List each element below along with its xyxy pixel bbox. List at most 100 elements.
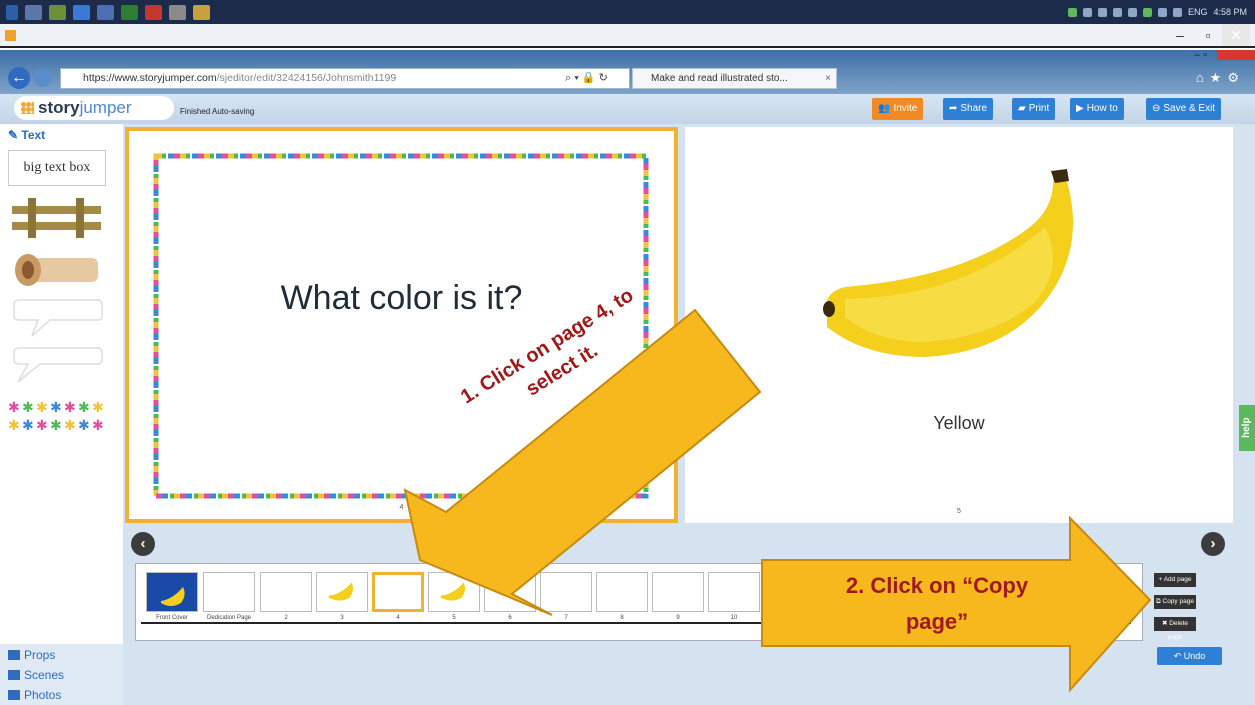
thumbnail-label: Front Cover: [156, 615, 188, 621]
add-page-button[interactable]: + Add page: [1154, 573, 1196, 587]
tray-icon[interactable]: [1112, 7, 1122, 17]
back-arrow-icon[interactable]: ←: [8, 67, 30, 89]
browser-toolbar: – ▫ ← https://www.storyjumper.com/sjedit…: [0, 50, 1255, 94]
prev-page-arrow-icon[interactable]: ‹: [131, 532, 155, 556]
props-icon: [8, 650, 20, 660]
banana-image[interactable]: [815, 167, 1095, 367]
tray-icon[interactable]: [1067, 7, 1077, 17]
tray-icon[interactable]: [1082, 7, 1092, 17]
taskbar-app-icon[interactable]: [49, 4, 66, 20]
undo-button[interactable]: ↶ Undo: [1157, 647, 1222, 665]
taskbar-app-icon[interactable]: [25, 4, 42, 20]
system-tray: ENG 4:58 PM: [1067, 0, 1247, 24]
maximize-button[interactable]: ▫: [1194, 24, 1222, 46]
thumbnail-label: 10: [730, 615, 738, 621]
storyjumper-logo[interactable]: storyjumper: [14, 96, 174, 120]
text-palette-label: Text: [21, 128, 46, 142]
svg-text:✱: ✱: [78, 400, 90, 416]
help-tab[interactable]: help: [1239, 405, 1255, 451]
tab-close-icon[interactable]: ×: [825, 69, 831, 88]
tray-clock[interactable]: 4:58 PM: [1213, 7, 1247, 17]
step-2-line-1: 2. Click on “Copy: [845, 573, 1029, 598]
thumbnail-page[interactable]: [484, 572, 536, 612]
parchment-scroll-item[interactable]: [14, 252, 102, 288]
page-answer-text[interactable]: Yellow: [685, 413, 1233, 434]
text-palette-title[interactable]: ✎ Text: [8, 128, 45, 142]
thumbnail-label: 5: [452, 615, 456, 621]
thumbnail-page[interactable]: [428, 572, 480, 612]
powerpoint-taskbar-icon[interactable]: [145, 4, 162, 20]
app-window-icon: [5, 30, 16, 41]
taskbar-app-icon[interactable]: [169, 4, 186, 20]
tray-icon[interactable]: [1142, 7, 1152, 17]
scenes-icon: [8, 670, 20, 680]
browser-tab[interactable]: Make and read illustrated sto... ×: [632, 68, 837, 89]
address-bar[interactable]: https://www.storyjumper.com/sjeditor/edi…: [60, 68, 630, 89]
page-number: 4: [399, 504, 404, 511]
invite-button[interactable]: 👥 Invite: [872, 98, 924, 120]
copy-page-button[interactable]: ⧉ Copy page: [1154, 595, 1196, 609]
tray-icon[interactable]: [1127, 7, 1137, 17]
tray-icon[interactable]: [1172, 7, 1182, 17]
address-controls[interactable]: ⌕ ▾ 🔒 ↻: [565, 68, 608, 89]
print-button[interactable]: ▰ Print: [1012, 98, 1056, 120]
start-icon[interactable]: [6, 4, 18, 20]
forward-arrow-icon[interactable]: [34, 69, 52, 87]
thumbnail-page[interactable]: [316, 572, 368, 612]
big-text-box-item[interactable]: big text box: [8, 150, 106, 186]
photos-label: Photos: [24, 688, 62, 702]
svg-text:✱: ✱: [36, 400, 48, 416]
minimize-button[interactable]: –: [1166, 24, 1194, 46]
step-2-line-2: page”: [905, 609, 969, 634]
scenes-category[interactable]: Scenes: [8, 668, 64, 682]
browser-taskbar-icon[interactable]: [73, 4, 90, 20]
thumbnail-page[interactable]: [596, 572, 648, 612]
url-path: /sjeditor/edit/32424156/Johnsmith1199: [216, 72, 397, 84]
thumbnail-page[interactable]: [708, 572, 760, 612]
svg-text:✱: ✱: [64, 418, 76, 434]
svg-text:✱: ✱: [78, 418, 90, 434]
save-exit-button[interactable]: ⊖ Save & Exit: [1146, 98, 1222, 120]
speech-bubble-item[interactable]: [10, 298, 105, 338]
scenes-label: Scenes: [24, 668, 65, 682]
speech-bubble-item[interactable]: [10, 346, 105, 386]
tray-language[interactable]: ENG: [1188, 7, 1208, 17]
url-domain: www.storyjumper.com: [114, 72, 217, 84]
thumbnail-dedication[interactable]: [203, 572, 255, 612]
taskbar-app-icon[interactable]: [193, 4, 210, 20]
thumbnail-label: 7: [564, 615, 568, 621]
thumbnail-page[interactable]: [260, 572, 312, 612]
photos-category[interactable]: Photos: [8, 688, 61, 702]
tray-icon[interactable]: [1097, 7, 1107, 17]
excel-taskbar-icon[interactable]: [121, 4, 138, 20]
thumbnail-page[interactable]: [540, 572, 592, 612]
svg-text:✱: ✱: [92, 400, 104, 416]
svg-text:✱: ✱: [50, 418, 62, 434]
browser-minimize-button[interactable]: – ▫: [1194, 50, 1207, 61]
save-exit-label: Save & Exit: [1163, 103, 1216, 114]
thumbnail-label: 2: [284, 615, 288, 621]
page-number: 5: [957, 508, 961, 515]
next-page-arrow-icon[interactable]: ›: [1201, 532, 1225, 556]
tray-icon[interactable]: [1157, 7, 1167, 17]
howto-button[interactable]: ▶ How to: [1070, 98, 1124, 120]
props-category[interactable]: Props: [8, 648, 55, 662]
wood-fence-frame-item[interactable]: [10, 198, 103, 238]
share-arrow-icon: ➦: [949, 103, 958, 114]
logo-story: story: [38, 98, 80, 117]
thumbnail-label: 6: [508, 615, 512, 621]
svg-text:✱: ✱: [36, 418, 48, 434]
thumbnail-label: 8: [620, 615, 624, 621]
browser-close-button[interactable]: [1217, 50, 1255, 60]
print-icon: ▰: [1018, 103, 1026, 114]
thumbnail-front-cover[interactable]: [146, 572, 198, 612]
delete-page-button[interactable]: ✖ Delete page: [1154, 617, 1196, 641]
taskbar-app-icon[interactable]: [97, 4, 114, 20]
star-border-item[interactable]: ✱ ✱ ✱ ✱ ✱ ✱ ✱ ✱ ✱ ✱ ✱ ✱ ✱ ✱: [8, 398, 106, 436]
share-button[interactable]: ➦ Share: [943, 98, 994, 120]
thumbnail-page-selected[interactable]: [372, 572, 424, 612]
page-5-canvas[interactable]: Yellow 5: [685, 127, 1233, 523]
browser-home-star-gear-icons[interactable]: ⌂★⚙: [1196, 70, 1245, 86]
close-button[interactable]: ✕: [1222, 24, 1250, 46]
thumbnail-page[interactable]: [652, 572, 704, 612]
